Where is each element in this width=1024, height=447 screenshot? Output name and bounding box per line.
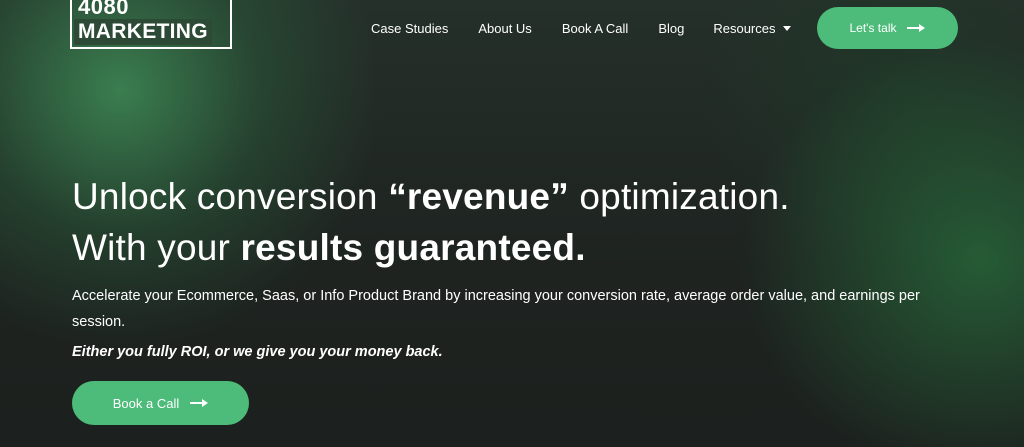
main-nav: Case Studies About Us Book A Call Blog R… bbox=[371, 19, 792, 37]
nav-about-us[interactable]: About Us bbox=[478, 21, 531, 36]
book-a-call-button[interactable]: Book a Call bbox=[72, 381, 249, 425]
headline-line1-pre: Unlock conversion bbox=[72, 176, 389, 217]
headline-line2-pre: With your bbox=[72, 227, 241, 268]
arrow-right-icon bbox=[190, 398, 209, 408]
lets-talk-label: Let's talk bbox=[849, 21, 897, 35]
logo-text-bottom: MARKETING bbox=[74, 19, 212, 45]
hero-guarantee: Either you fully ROI, or we give you you… bbox=[72, 344, 443, 360]
logo-text-top: 4080 bbox=[78, 0, 129, 19]
headline-line1-bold: “revenue” bbox=[388, 176, 569, 217]
nav-blog[interactable]: Blog bbox=[658, 21, 684, 36]
nav-resources[interactable]: Resources bbox=[713, 21, 792, 36]
hero-headline: Unlock conversion “revenue” optimization… bbox=[72, 171, 790, 273]
nav-resources-label[interactable]: Resources bbox=[713, 21, 775, 36]
nav-book-a-call[interactable]: Book A Call bbox=[562, 21, 629, 36]
logo[interactable]: 4080 MARKETING bbox=[70, 0, 236, 52]
hero-subtext: Accelerate your Ecommerce, Saas, or Info… bbox=[72, 288, 920, 330]
lets-talk-button[interactable]: Let's talk bbox=[817, 7, 958, 49]
chevron-down-icon[interactable] bbox=[783, 25, 792, 31]
arrow-right-icon bbox=[907, 23, 926, 33]
headline-line1-post: optimization. bbox=[568, 176, 790, 217]
headline-line2-bold: results guaranteed. bbox=[240, 227, 586, 268]
nav-case-studies[interactable]: Case Studies bbox=[371, 21, 448, 36]
book-a-call-label: Book a Call bbox=[112, 395, 180, 411]
